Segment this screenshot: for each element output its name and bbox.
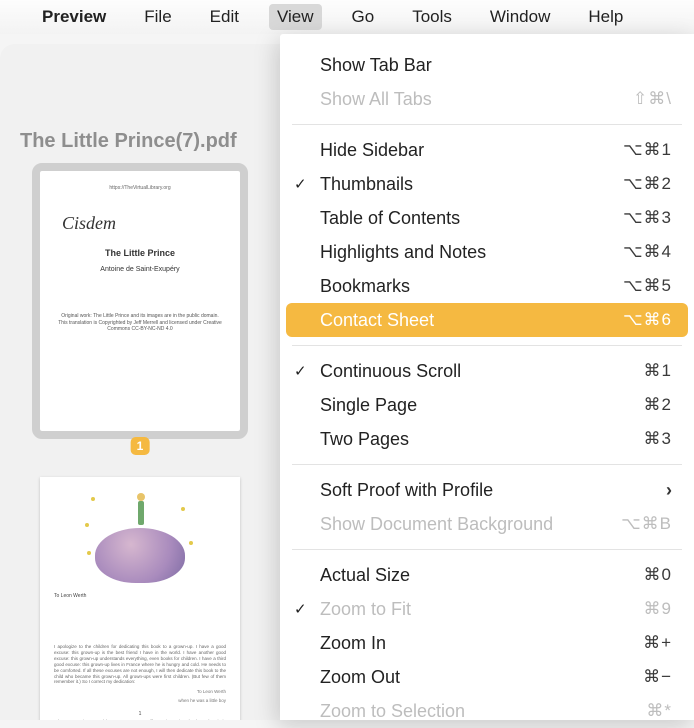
menu-item-show-all-tabs: Show All Tabs⇧⌘\ — [280, 82, 694, 116]
menu-shortcut: ⌘1 — [644, 361, 672, 381]
menu-item-highlights-and-notes[interactable]: Highlights and Notes⌥⌘4 — [280, 235, 694, 269]
menu-item-zoom-out[interactable]: Zoom Out⌘− — [280, 660, 694, 694]
menu-item-thumbnails[interactable]: ✓ Thumbnails⌥⌘2 — [280, 167, 694, 201]
page-paragraph: I apologize to the children for dedicati… — [54, 644, 226, 685]
menu-item-label: Zoom to Fit — [320, 599, 644, 620]
menu-shortcut: ⌘9 — [644, 599, 672, 619]
document-title: The Little Prince(7).pdf — [0, 130, 280, 171]
menu-view[interactable]: View — [269, 4, 322, 30]
app-menu[interactable]: Preview — [34, 4, 114, 30]
page-inner-number: 1 — [139, 711, 142, 717]
menu-item-show-document-background: Show Document Background⌥⌘B — [280, 507, 694, 541]
check-icon: ✓ — [294, 600, 307, 618]
menu-item-label: Two Pages — [320, 429, 644, 450]
menu-edit[interactable]: Edit — [202, 4, 247, 30]
menu-item-label: Continuous Scroll — [320, 361, 644, 382]
menu-shortcut: ⌥⌘3 — [623, 208, 672, 228]
page-signature: To Leon Werth — [197, 689, 226, 694]
menu-item-label: Show Document Background — [320, 514, 621, 535]
menu-shortcut: ⌥⌘2 — [623, 174, 672, 194]
menu-item-label: Table of Contents — [320, 208, 623, 229]
thumbnail-page-1[interactable]: https://TheVirtualLibrary.org Cisdem The… — [40, 171, 240, 431]
menu-shortcut: ⌘* — [646, 701, 672, 721]
menu-item-show-tab-bar[interactable]: Show Tab Bar — [280, 48, 694, 82]
menu-item-hide-sidebar[interactable]: Hide Sidebar⌥⌘1 — [280, 133, 694, 167]
menu-item-label: Show All Tabs — [320, 89, 633, 110]
menu-item-zoom-to-selection: Zoom to Selection⌘* — [280, 694, 694, 728]
menu-shortcut: ⇧⌘\ — [633, 89, 672, 109]
menu-item-label: Hide Sidebar — [320, 140, 623, 161]
menu-item-zoom-to-fit: ✓ Zoom to Fit⌘9 — [280, 592, 694, 626]
view-menu-dropdown: Show Tab Bar Show All Tabs⇧⌘\ Hide Sidebar… — [280, 34, 694, 720]
menu-item-label: Thumbnails — [320, 174, 623, 195]
menu-item-table-of-contents[interactable]: Table of Contents⌥⌘3 — [280, 201, 694, 235]
menu-separator — [292, 124, 682, 125]
menu-item-label: Show Tab Bar — [320, 55, 672, 76]
menu-shortcut: ⌥⌘6 — [623, 310, 672, 330]
page-url: https://TheVirtualLibrary.org — [109, 185, 170, 191]
page-preview: To Leon Werth I apologize to the childre… — [40, 477, 240, 720]
menu-file[interactable]: File — [136, 4, 179, 30]
menu-shortcut: ⌥⌘1 — [623, 140, 672, 160]
menu-item-bookmarks[interactable]: Bookmarks⌥⌘5 — [280, 269, 694, 303]
menu-item-two-pages[interactable]: Two Pages⌘3 — [280, 422, 694, 456]
menu-separator — [292, 464, 682, 465]
menu-item-label: Zoom to Selection — [320, 701, 646, 722]
menu-window[interactable]: Window — [482, 4, 558, 30]
menu-item-soft-proof-with-profile[interactable]: Soft Proof with Profile› — [280, 473, 694, 507]
menu-item-zoom-in[interactable]: Zoom In⌘+ — [280, 626, 694, 660]
menu-tools[interactable]: Tools — [404, 4, 460, 30]
menu-item-actual-size[interactable]: Actual Size⌘0 — [280, 558, 694, 592]
menu-help[interactable]: Help — [580, 4, 631, 30]
chevron-right-icon: › — [666, 480, 672, 501]
thumbnail-page-2[interactable]: To Leon Werth I apologize to the childre… — [40, 477, 240, 720]
menu-shortcut: ⌥⌘4 — [623, 242, 672, 262]
menubar: Preview File Edit View Go Tools Window H… — [0, 0, 694, 34]
menu-item-label: Single Page — [320, 395, 644, 416]
menu-item-label: Soft Proof with Profile — [320, 480, 666, 501]
page-brand: Cisdem — [62, 213, 116, 234]
menu-item-label: Bookmarks — [320, 276, 623, 297]
menu-item-label: Actual Size — [320, 565, 644, 586]
thumbnail-sidebar: The Little Prince(7).pdf https://TheVirt… — [0, 44, 280, 720]
page-preview: https://TheVirtualLibrary.org Cisdem The… — [40, 171, 240, 431]
menu-shortcut: ⌘3 — [644, 429, 672, 449]
page-author: Antoine de Saint-Exupéry — [100, 266, 179, 273]
menu-separator — [292, 549, 682, 550]
menu-go[interactable]: Go — [344, 4, 383, 30]
menu-shortcut: ⌘2 — [644, 395, 672, 415]
menu-shortcut: ⌘+ — [643, 633, 672, 653]
check-icon: ✓ — [294, 175, 307, 193]
page-dedication: To Leon Werth — [54, 593, 86, 599]
menu-item-continuous-scroll[interactable]: ✓ Continuous Scroll⌘1 — [280, 354, 694, 388]
menu-item-label: Contact Sheet — [320, 310, 623, 331]
check-icon: ✓ — [294, 362, 307, 380]
menu-item-single-page[interactable]: Single Page⌘2 — [280, 388, 694, 422]
menu-separator — [292, 345, 682, 346]
page-signature: when he was a little boy — [178, 698, 226, 703]
menu-shortcut: ⌥⌘B — [621, 514, 672, 534]
page-number-badge: 1 — [131, 437, 150, 455]
page-illustration — [85, 493, 195, 583]
menu-shortcut: ⌘0 — [644, 565, 672, 585]
page-note: This translation is Copyrighted by Jeff … — [58, 320, 222, 333]
menu-item-label: Highlights and Notes — [320, 242, 623, 263]
menu-shortcut: ⌘− — [643, 667, 672, 687]
menu-item-label: Zoom Out — [320, 667, 643, 688]
menu-shortcut: ⌥⌘5 — [623, 276, 672, 296]
menu-item-contact-sheet[interactable]: Contact Sheet⌥⌘6 — [286, 303, 688, 337]
menu-item-label: Zoom In — [320, 633, 643, 654]
page-book-title: The Little Prince — [105, 248, 175, 258]
